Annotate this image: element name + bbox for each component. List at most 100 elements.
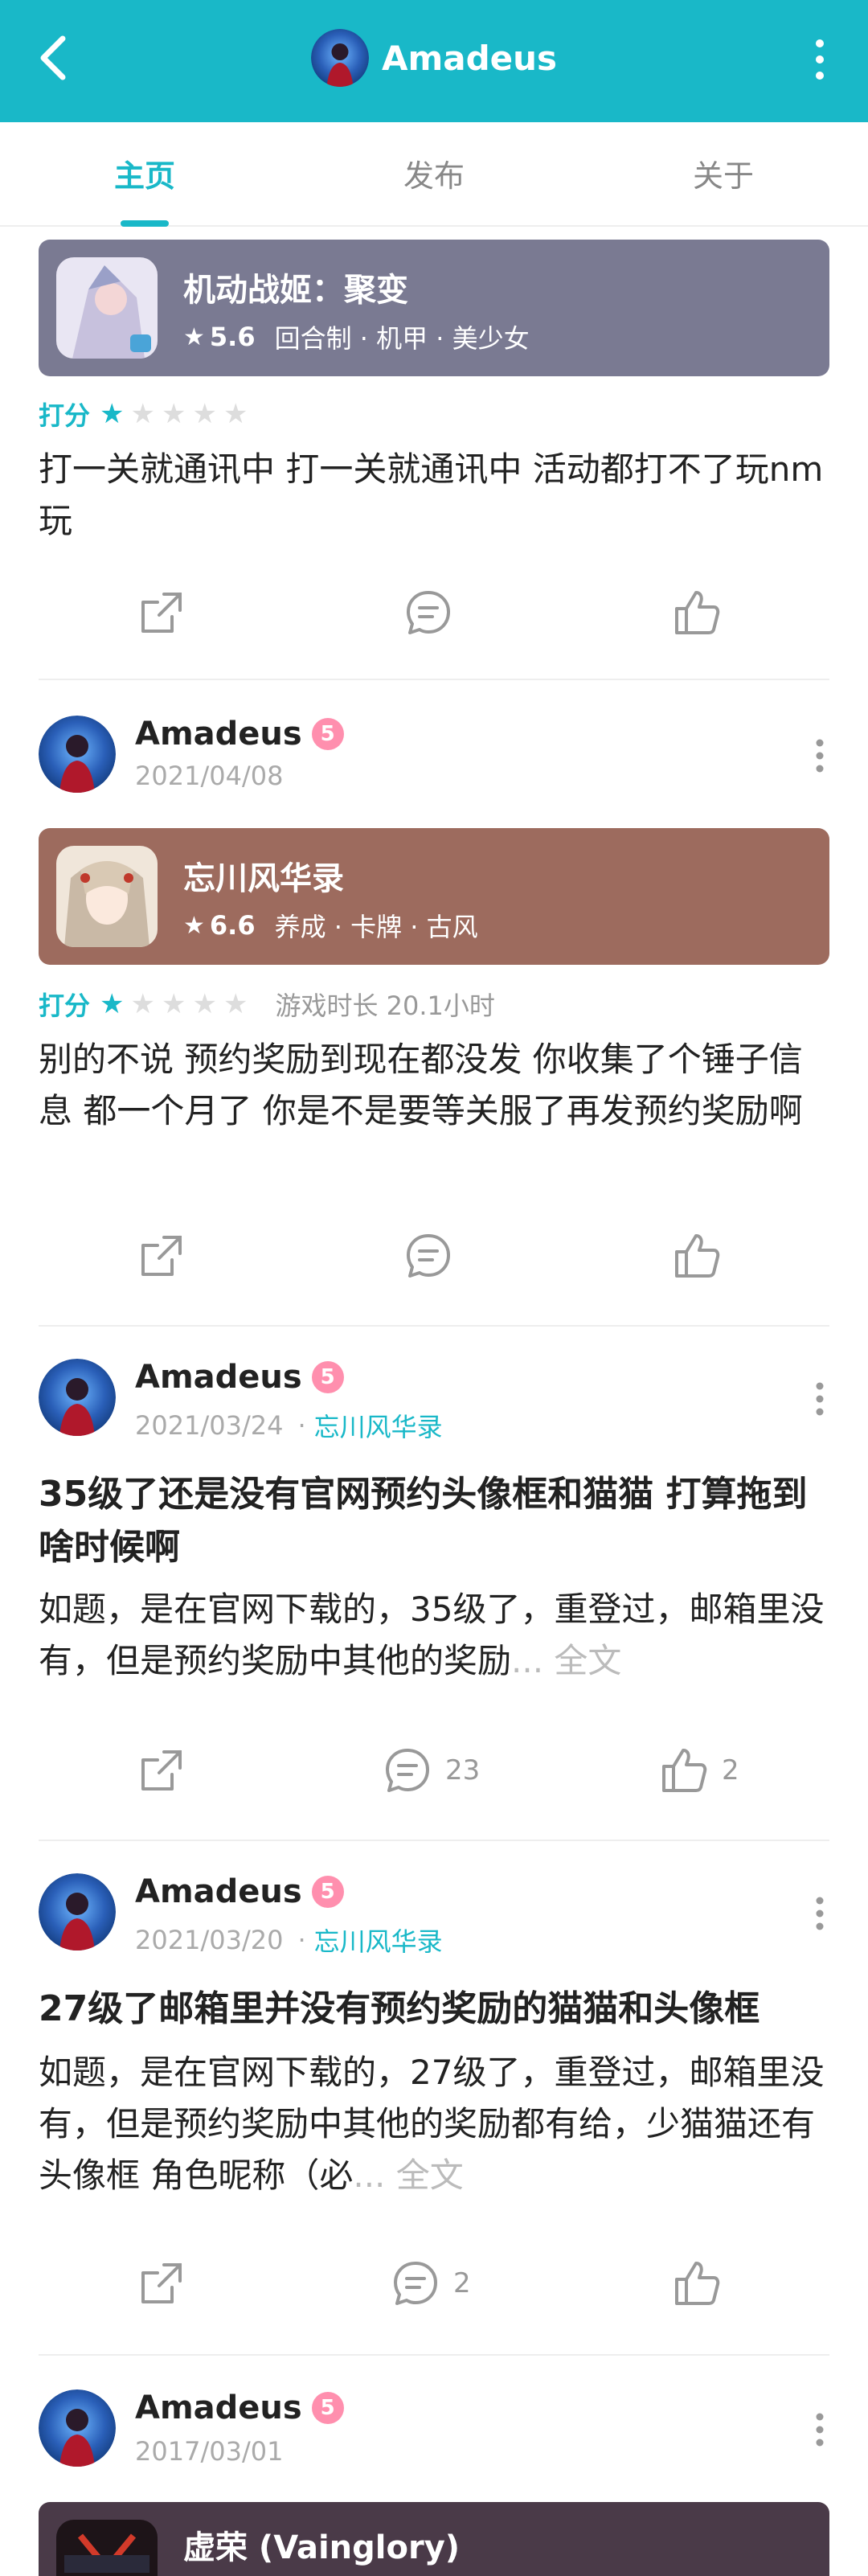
post-text[interactable]: 如题，是在官网下载的，27级了，重登过，邮箱里没有，但是预约奖励中其他的奖励都有… xyxy=(39,2047,829,2201)
game-card[interactable]: 机动战姬：聚变 ★ 5.6 回合制 · 机甲 · 美少女 xyxy=(39,240,829,376)
star-icon: ★ xyxy=(161,398,186,430)
author-name[interactable]: Amadeus 5 xyxy=(135,2389,344,2426)
comment-button[interactable] xyxy=(402,1224,455,1288)
game-link[interactable]: 忘川风华录 xyxy=(314,1922,443,1959)
game-score: 6.6 xyxy=(209,910,256,941)
avatar[interactable] xyxy=(39,1359,116,1436)
author-name-text: Amadeus xyxy=(135,716,302,753)
more-vertical-icon xyxy=(816,2413,824,2447)
more-button[interactable] xyxy=(788,27,852,92)
share-button[interactable] xyxy=(135,1738,188,1803)
post-meta: 2021/04/08 xyxy=(135,761,283,791)
avatar[interactable] xyxy=(39,2389,116,2467)
avatar[interactable] xyxy=(39,1873,116,1950)
level-badge: 5 xyxy=(311,718,344,750)
like-button[interactable] xyxy=(670,2251,735,2316)
tab-posts[interactable]: 发布 xyxy=(362,151,506,195)
divider xyxy=(39,679,829,680)
author-name[interactable]: Amadeus 5 xyxy=(135,1873,344,1910)
like-button[interactable] xyxy=(670,1224,723,1288)
like-button[interactable] xyxy=(670,580,723,645)
like-button[interactable]: 2 xyxy=(657,1738,739,1803)
star-icon: ★ xyxy=(183,911,205,940)
share-button[interactable] xyxy=(135,2251,188,2316)
game-icon xyxy=(56,846,158,947)
game-tags: 回合制 · 机甲 · 美少女 xyxy=(274,323,530,354)
comment-icon xyxy=(394,2262,437,2305)
comment-button[interactable]: 23 xyxy=(381,1738,480,1803)
game-icon xyxy=(56,257,158,359)
rating-row: 打分 ★ ★ ★ ★ ★ xyxy=(39,394,248,434)
game-name: 虚荣 (Vainglory) xyxy=(183,2529,461,2566)
tab-bar: 主页 发布 关于 xyxy=(0,122,868,227)
level-badge: 5 xyxy=(311,1876,344,1908)
share-icon xyxy=(141,593,182,633)
star-icon: ★ xyxy=(183,322,205,351)
like-count: 2 xyxy=(722,1754,739,1786)
rating-label: 打分 xyxy=(39,991,91,1021)
author-name[interactable]: Amadeus 5 xyxy=(135,716,344,753)
comment-count: 23 xyxy=(445,1754,481,1786)
post-meta: 2021/03/20 · 忘川风华录 xyxy=(135,1922,443,1959)
game-icon xyxy=(56,2520,158,2576)
game-tags: 养成 · 卡牌 · 古风 xyxy=(274,912,478,942)
post-text: 别的不说 预约奖励到现在都没发 你收集了个锤子信息 都一个月了 你是不是要等关服… xyxy=(39,1040,803,1130)
divider xyxy=(39,1325,829,1327)
share-icon xyxy=(141,2263,182,2303)
author-name-text: Amadeus xyxy=(135,2389,302,2426)
star-icon: ★ xyxy=(161,988,186,1020)
tab-indicator xyxy=(121,220,169,227)
post-meta: 2021/03/24 · 忘川风华录 xyxy=(135,1407,443,1444)
star-icon: ★ xyxy=(100,988,125,1020)
share-button[interactable] xyxy=(135,580,188,645)
rating-row: 打分 ★ ★ ★ ★ ★ 游戏时长 20.1小时 xyxy=(39,984,495,1024)
star-icon: ★ xyxy=(192,988,217,1020)
star-icon: ★ xyxy=(130,398,155,430)
post-text[interactable]: 如题，是在官网下载的，35级了，重登过，邮箱里没有，但是预约奖励中其他的奖励..… xyxy=(39,1584,829,1687)
star-icon: ★ xyxy=(130,988,155,1020)
post-date: 2021/03/20 xyxy=(135,1925,284,1955)
tab-home[interactable]: 主页 xyxy=(72,151,217,195)
page-title: Amadeus xyxy=(381,38,558,78)
top-bar: Amadeus xyxy=(0,0,868,122)
share-button[interactable] xyxy=(135,1224,188,1288)
level-badge: 5 xyxy=(311,1361,344,1393)
post-text: 打一关就通讯中 打一关就通讯中 活动都打不了玩nm玩 xyxy=(39,449,824,540)
star-icon: ★ xyxy=(223,988,248,1020)
rating-stars: ★ ★ ★ ★ ★ xyxy=(100,398,248,430)
share-icon xyxy=(141,1750,182,1790)
read-more-link[interactable]: ... 全文 xyxy=(511,1641,621,1680)
more-vertical-icon xyxy=(816,39,824,80)
comment-icon xyxy=(407,1234,450,1278)
thumbs-up-icon xyxy=(675,2262,720,2305)
item-more-button[interactable] xyxy=(804,2398,836,2462)
star-icon: ★ xyxy=(100,398,125,430)
game-score: 5.6 xyxy=(209,322,256,352)
separator-dot: · xyxy=(297,1925,306,1955)
more-vertical-icon xyxy=(816,1897,824,1930)
item-more-button[interactable] xyxy=(804,1367,836,1431)
game-link[interactable]: 忘川风华录 xyxy=(314,1407,443,1444)
post-meta: 2017/03/01 xyxy=(135,2436,283,2467)
game-card[interactable]: 忘川风华录 ★ 6.6 养成 · 卡牌 · 古风 xyxy=(39,828,829,965)
more-vertical-icon xyxy=(816,739,824,773)
author-name[interactable]: Amadeus 5 xyxy=(135,1359,344,1396)
avatar[interactable] xyxy=(39,716,116,793)
comment-button[interactable] xyxy=(402,580,455,645)
read-more-link[interactable]: ... 全文 xyxy=(353,2156,463,2195)
post-title[interactable]: 35级了还是没有官网预约头像框和猫猫 打算拖到啥时候啊 xyxy=(39,1468,834,1574)
comment-button[interactable]: 2 xyxy=(389,2251,471,2316)
more-vertical-icon xyxy=(816,1382,824,1416)
level-badge: 5 xyxy=(311,2392,344,2424)
comment-icon xyxy=(407,591,450,634)
game-card[interactable]: 虚荣 (Vainglory) xyxy=(39,2502,829,2576)
item-more-button[interactable] xyxy=(804,1881,836,1946)
post-title[interactable]: 27级了邮箱里并没有预约奖励的猫猫和头像框 xyxy=(39,1983,834,2036)
post-excerpt: 如题，是在官网下载的，35级了，重登过，邮箱里没有，但是预约奖励中其他的奖励 xyxy=(39,1589,825,1680)
item-more-button[interactable] xyxy=(804,724,836,788)
game-name: 机动战姬：聚变 xyxy=(183,272,408,309)
author-name-text: Amadeus xyxy=(135,1873,302,1910)
rating-label: 打分 xyxy=(39,400,91,431)
tab-about[interactable]: 关于 xyxy=(651,151,796,195)
star-icon: ★ xyxy=(192,398,217,430)
